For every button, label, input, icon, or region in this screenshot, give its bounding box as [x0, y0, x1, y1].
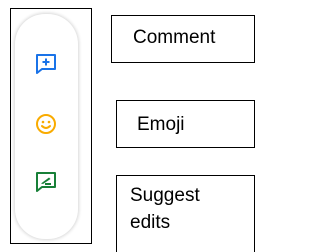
emoji-icon — [36, 114, 56, 134]
suggest-edits-label-text: Suggest edits — [130, 185, 200, 233]
comment-label: Comment — [111, 15, 255, 63]
emoji-label-text: Emoji — [137, 114, 185, 135]
emoji-button[interactable] — [31, 109, 61, 139]
comment-label-text: Comment — [133, 27, 216, 48]
suggest-edits-label: Suggest edits — [116, 175, 255, 252]
suggest-edits-icon — [36, 172, 56, 192]
add-comment-button[interactable] — [31, 49, 61, 79]
suggest-edits-button[interactable] — [31, 167, 61, 197]
emoji-label: Emoji — [116, 100, 255, 148]
add-comment-icon — [36, 54, 56, 74]
